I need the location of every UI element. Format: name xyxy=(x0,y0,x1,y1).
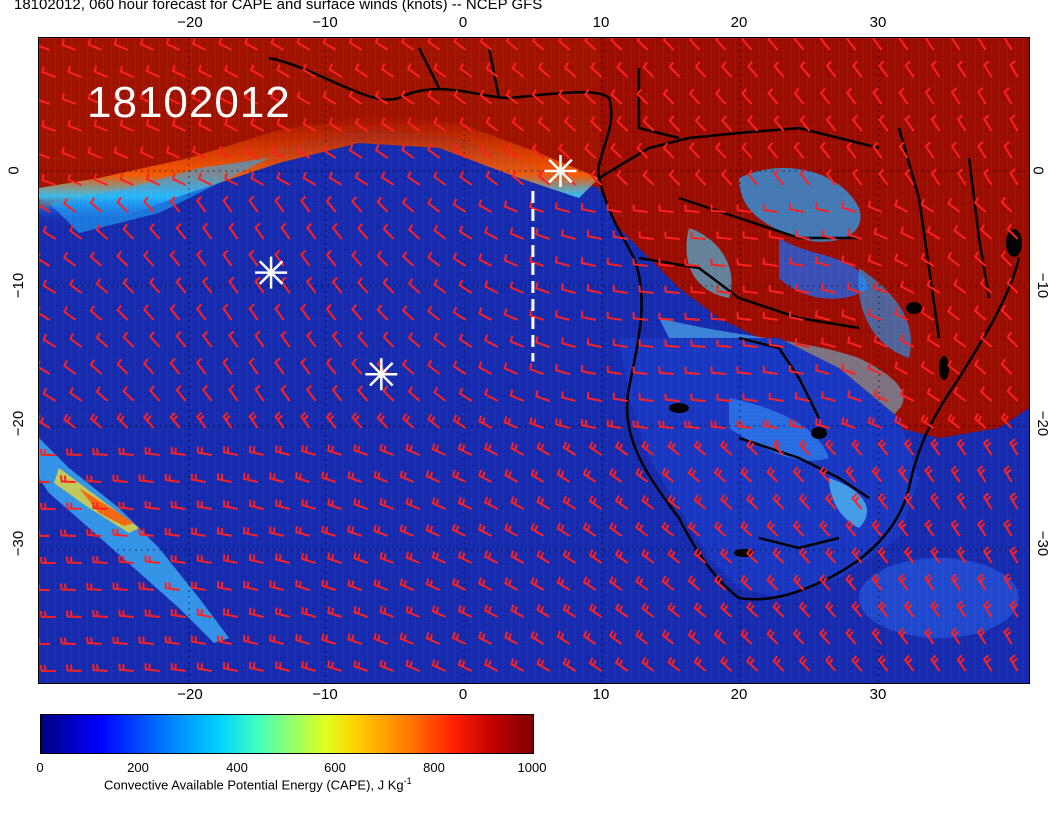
lon-tick-bottom: −10 xyxy=(312,686,338,703)
star-marker xyxy=(544,155,577,187)
page-title: 18102012, 060 hour forecast for CAPE and… xyxy=(14,0,543,13)
colorbar-tick: 0 xyxy=(36,760,44,775)
colorbar-tick: 600 xyxy=(324,760,346,775)
cape-wind-map xyxy=(39,38,1029,683)
colorbar-tick: 200 xyxy=(127,760,149,775)
star-marker xyxy=(365,358,398,391)
lon-tick-bottom: 20 xyxy=(730,686,748,703)
lat-tick-right: −30 xyxy=(1034,530,1052,557)
lon-tick-top: 10 xyxy=(592,14,610,31)
lat-tick-left: −30 xyxy=(10,530,28,557)
lat-tick-left: −20 xyxy=(10,410,28,437)
colorbar-tick: 1000 xyxy=(517,760,547,775)
lat-tick-right: 0 xyxy=(1029,166,1047,175)
map-panel[interactable]: 18102012 xyxy=(38,37,1030,684)
lon-tick-top: −20 xyxy=(177,14,203,31)
lat-tick-right: −10 xyxy=(1034,272,1052,299)
colorbar-label-exponent: -1 xyxy=(403,776,412,786)
lon-tick-top: 20 xyxy=(730,14,748,31)
lon-tick-bottom: −20 xyxy=(177,686,203,703)
lat-tick-left: −10 xyxy=(10,272,28,299)
colorbar-label-text: Convective Available Potential Energy (C… xyxy=(104,777,404,793)
cape-colorbar xyxy=(40,714,534,754)
lon-tick-bottom: 10 xyxy=(592,686,610,703)
date-stamp: 18102012 xyxy=(87,78,291,127)
lon-tick-top: −10 xyxy=(312,14,338,31)
lat-tick-left: 0 xyxy=(5,166,23,175)
colorbar-label: Convective Available Potential Energy (C… xyxy=(104,776,412,792)
star-marker xyxy=(255,256,288,289)
lon-tick-bottom: 30 xyxy=(869,686,887,703)
colorbar-tick: 400 xyxy=(226,760,248,775)
colorbar-tick: 800 xyxy=(423,760,445,775)
lat-tick-right: −20 xyxy=(1034,410,1052,437)
lon-tick-top: 0 xyxy=(458,14,468,31)
lon-tick-bottom: 0 xyxy=(458,686,468,703)
lon-tick-top: 30 xyxy=(869,14,887,31)
